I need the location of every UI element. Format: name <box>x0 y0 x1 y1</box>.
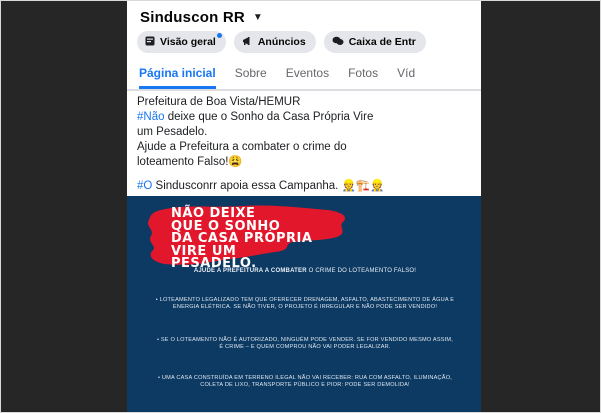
post-line: Prefeitura de Boa Vista/HEMUR <box>137 96 301 108</box>
poster-bullet: • UMA CASA CONSTRUÍDA EM TERRENO ILEGAL … <box>157 375 453 389</box>
poster-bullet: • SE O LOTEAMENTO NÃO É AUTORIZADO, NING… <box>156 337 454 351</box>
poster-headline: NÃO DEIXE QUE O SONHO DA CASA PRÓPRIA VI… <box>171 206 313 271</box>
chevron-down-icon: ▼ <box>252 12 264 23</box>
left-letterbox <box>1 1 127 412</box>
inbox-chip[interactable]: Caixa de Entr <box>323 31 426 53</box>
tab-about[interactable]: Sobre <box>235 59 267 89</box>
post-line: Ajude a Prefeitura a combater o crime do <box>137 141 347 153</box>
post-line: #O Sindusconrr apoia essa Campanha. 👷🏗️👷 <box>137 180 385 192</box>
tab-home[interactable]: Página inicial <box>139 59 216 89</box>
page-header: Sinduscon RR ▼ Visão geral Anúncios Caix… <box>127 1 481 93</box>
right-letterbox <box>481 1 600 412</box>
page-action-chips: Visão geral Anúncios Caixa de Entr <box>137 31 481 55</box>
weary-face-emoji: 😩 <box>228 156 243 168</box>
overview-chip[interactable]: Visão geral <box>137 31 226 53</box>
page-name-switcher[interactable]: Sinduscon RR ▼ <box>140 9 263 26</box>
tabs-divider <box>127 89 481 91</box>
notification-dot <box>216 33 222 38</box>
construction-emojis: 👷🏗️👷 <box>341 180 385 192</box>
poster-lead: AJUDE A PREFEITURA A COMBATER O CRIME DO… <box>193 268 417 274</box>
campaign-poster-image[interactable]: NÃO DEIXE QUE O SONHO DA CASA PRÓPRIA VI… <box>127 196 481 412</box>
page-tabs: Página inicial Sobre Eventos Fotos Víd <box>127 59 481 89</box>
tab-events[interactable]: Eventos <box>286 59 329 89</box>
overview-icon <box>145 36 155 48</box>
tab-photos[interactable]: Fotos <box>348 59 378 89</box>
post-text: Prefeitura de Boa Vista/HEMUR #Não deixe… <box>137 95 477 194</box>
poster-bullet: • LOTEAMENTO LEGALIZADO TEM QUE OFERECER… <box>155 297 455 311</box>
post-line: loteamento Falso!😩 <box>137 156 243 168</box>
inbox-chat-icon <box>332 36 344 48</box>
tab-videos[interactable]: Víd <box>397 59 415 89</box>
facebook-page-screen: Sinduscon RR ▼ Visão geral Anúncios Caix… <box>127 1 481 412</box>
post-line: #Não deixe que o Sonho da Casa Própria V… <box>137 111 374 123</box>
megaphone-icon <box>242 36 253 48</box>
hashtag-link[interactable]: #Não <box>137 111 165 123</box>
page-name: Sinduscon RR <box>140 9 245 26</box>
post-line: um Pesadelo. <box>137 126 208 138</box>
hashtag-link[interactable]: #O <box>137 180 152 192</box>
ads-chip[interactable]: Anúncios <box>233 31 316 53</box>
